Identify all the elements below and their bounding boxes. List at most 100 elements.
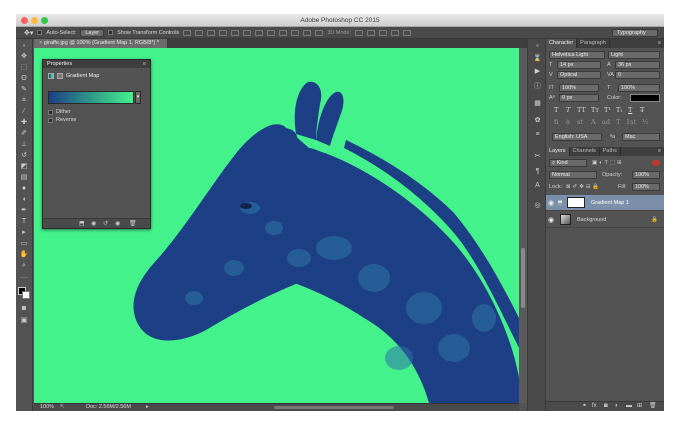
baseline-shift-field[interactable]: 0 px xyxy=(559,94,599,102)
strikethrough-icon[interactable]: T̶ xyxy=(640,107,644,114)
reverse-checkbox[interactable] xyxy=(48,117,53,123)
reset-icon[interactable]: ↺ xyxy=(103,220,108,227)
tab-channels[interactable]: Channels xyxy=(570,147,600,156)
marquee-tool-icon[interactable]: ⬚ xyxy=(19,64,29,71)
discretionary-ligatures-icon[interactable]: st xyxy=(577,119,583,126)
faux-bold-icon[interactable]: T xyxy=(554,107,558,114)
align-center-icon[interactable] xyxy=(231,29,240,36)
more-tools-icon[interactable]: … xyxy=(19,273,29,280)
align-right-icon[interactable] xyxy=(243,29,252,36)
panel-menu-icon[interactable]: ≡ xyxy=(143,60,146,68)
tracking-field[interactable]: 0 xyxy=(615,71,660,79)
language-select[interactable]: English: USA xyxy=(552,133,602,141)
paragraph-styles-icon[interactable]: A xyxy=(533,182,542,189)
history-icon[interactable]: ⌛ xyxy=(533,55,542,62)
tab-layers[interactable]: Layers xyxy=(546,147,570,156)
type-tool-icon[interactable]: T xyxy=(19,218,29,225)
kerning-field[interactable]: Optical xyxy=(557,71,601,79)
anti-alias-select[interactable]: Mac xyxy=(622,133,660,141)
blur-tool-icon[interactable]: ● xyxy=(19,185,29,192)
dodge-tool-icon[interactable]: ◖ xyxy=(19,196,29,203)
new-group-icon[interactable]: ▬ xyxy=(626,402,632,411)
workspace-switcher[interactable]: Typography xyxy=(612,28,658,37)
stylistic-alternates-icon[interactable]: ad xyxy=(602,119,610,126)
leading-field[interactable]: 36 px xyxy=(615,61,660,69)
visibility-icon[interactable]: ◉ xyxy=(115,220,120,227)
horizontal-scrollbar[interactable] xyxy=(274,406,394,409)
visibility-eye-icon[interactable]: ◉ xyxy=(546,199,556,207)
filter-type-icons[interactable]: ▣◐T⬚⊞ xyxy=(592,159,624,167)
tool-presets-icon[interactable]: ✂ xyxy=(533,153,542,160)
layers-panel-menu-icon[interactable]: ≡ xyxy=(658,147,661,156)
history-brush-icon[interactable]: ↺ xyxy=(19,152,29,159)
zoom-level[interactable]: 100% xyxy=(40,404,54,411)
small-caps-icon[interactable]: Tт xyxy=(591,107,599,114)
quick-select-icon[interactable]: ✎ xyxy=(19,86,29,93)
layer-mask-thumbnail[interactable] xyxy=(567,197,585,208)
link-layers-icon[interactable]: ⚭ xyxy=(582,402,587,411)
3d-scale-icon[interactable] xyxy=(403,29,412,36)
underline-icon[interactable]: T xyxy=(628,107,632,114)
vertical-scale-field[interactable]: 100% xyxy=(559,84,599,92)
old-style-icon[interactable]: ꝺ xyxy=(566,119,570,126)
close-window-button[interactable] xyxy=(21,17,28,24)
scroll-thumb[interactable] xyxy=(521,248,525,308)
font-size-field[interactable]: 14 px xyxy=(557,61,601,69)
tab-character[interactable]: Character xyxy=(546,39,578,48)
pen-tool-icon[interactable]: ✒ xyxy=(19,207,29,214)
minimize-window-button[interactable] xyxy=(31,17,38,24)
vertical-scrollbar[interactable] xyxy=(519,48,527,403)
zoom-tool-icon[interactable]: ⌕ xyxy=(19,262,29,269)
distribute-right-icon[interactable] xyxy=(315,29,324,36)
view-previous-icon[interactable]: ◉ xyxy=(91,220,96,227)
healing-brush-icon[interactable]: ✚ xyxy=(19,119,29,126)
close-tab-icon[interactable]: × xyxy=(39,40,42,46)
new-layer-icon[interactable]: ⊞ xyxy=(637,402,642,411)
libraries-icon[interactable]: ◎ xyxy=(533,202,542,209)
brush-tool-icon[interactable]: ✐ xyxy=(19,130,29,137)
transform-controls-checkbox[interactable] xyxy=(108,30,114,35)
distribute-center-icon[interactable] xyxy=(303,29,312,36)
superscript-icon[interactable]: T¹ xyxy=(604,107,611,114)
dither-checkbox[interactable] xyxy=(48,109,53,115)
clone-stamp-icon[interactable]: ⊥ xyxy=(19,141,29,148)
clip-to-layer-icon[interactable]: ⬒ xyxy=(79,220,85,227)
gradient-preview[interactable] xyxy=(48,91,134,104)
3d-roll-icon[interactable] xyxy=(367,29,376,36)
titling-alternates-icon[interactable]: T xyxy=(616,119,620,126)
gradient-dropdown-arrow-icon[interactable]: ▾ xyxy=(135,91,141,104)
delete-layer-icon[interactable]: 🗑 xyxy=(649,402,657,411)
align-bottom-icon[interactable] xyxy=(207,29,216,36)
auto-select-checkbox[interactable] xyxy=(37,30,43,35)
layer-row-background[interactable]: ◉ Background 🔒 xyxy=(546,212,664,228)
layer-name[interactable]: Background xyxy=(577,217,606,223)
tab-paths[interactable]: Paths xyxy=(600,147,621,156)
character-styles-icon[interactable]: ¶ xyxy=(533,168,542,175)
text-color-swatch[interactable] xyxy=(630,94,660,102)
quick-mask-icon[interactable]: ◙ xyxy=(19,305,29,312)
font-style-select[interactable]: Light xyxy=(608,51,660,59)
eyedropper-icon[interactable]: ⁄ xyxy=(19,108,29,115)
distribute-left-icon[interactable] xyxy=(291,29,300,36)
3d-slide-icon[interactable] xyxy=(391,29,400,36)
subscript-icon[interactable]: T₁ xyxy=(616,107,623,114)
3d-rotate-icon[interactable] xyxy=(355,29,364,36)
move-tool-icon[interactable]: ✥ xyxy=(19,53,29,60)
adjustments-icon[interactable]: ≡ xyxy=(533,131,542,138)
collapse-icon[interactable]: « xyxy=(533,43,542,50)
properties-header[interactable]: Properties ≡ xyxy=(43,60,150,68)
fill-field[interactable]: 100% xyxy=(632,183,660,191)
path-select-icon[interactable]: ▸ xyxy=(19,229,29,236)
document-tab[interactable]: × giraffe.jpg @ 100% (Gradient Map 1, RG… xyxy=(34,39,168,48)
lock-icons[interactable]: ⊠✐✥⊟🔒 xyxy=(566,183,601,191)
align-middle-icon[interactable] xyxy=(195,29,204,36)
align-top-icon[interactable] xyxy=(183,29,192,36)
all-caps-icon[interactable]: TT xyxy=(577,107,586,114)
screen-mode-icon[interactable]: ▣ xyxy=(19,317,29,324)
actions-icon[interactable]: ▶ xyxy=(533,68,542,75)
collapse-icon[interactable]: » xyxy=(19,43,29,50)
filter-toggle[interactable] xyxy=(652,160,660,166)
gradient-tool-icon[interactable]: ▤ xyxy=(19,174,29,181)
mask-icon[interactable] xyxy=(57,73,63,79)
character-panel-menu-icon[interactable]: ≡ xyxy=(658,39,661,48)
